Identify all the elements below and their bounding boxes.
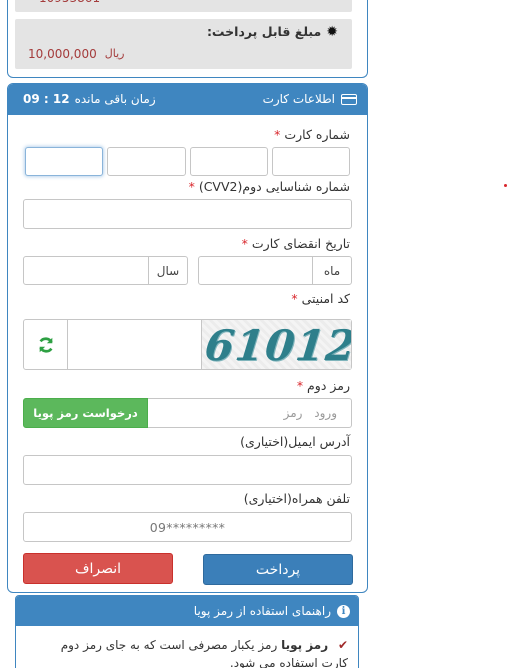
- second-pin-group: ورود رمز درخواست رمز پویا: [23, 398, 352, 428]
- second-pin-input[interactable]: ورود رمز: [147, 398, 352, 428]
- help-header: i راهنمای استفاده از رمز پویا: [16, 596, 358, 626]
- help-title: i راهنمای استفاده از رمز پویا: [194, 604, 350, 618]
- card-number-label-text: شماره کارت: [284, 127, 350, 142]
- amount-unit: ریال: [104, 47, 125, 60]
- card-info-header: اطلاعات کارت زمان باقی مانده 12 : 09: [8, 84, 367, 115]
- second-pin-label: رمز دوم *: [297, 378, 350, 393]
- cvv2-input[interactable]: [23, 199, 352, 229]
- timer-value: 12 : 09: [23, 92, 70, 106]
- check-icon: ✔: [337, 638, 348, 652]
- cancel-button[interactable]: انصراف: [23, 553, 173, 584]
- phone-label: تلفن همراه(اختیاری): [243, 491, 350, 506]
- year-addon: سال: [148, 256, 188, 285]
- card-number-part-3[interactable]: [107, 147, 186, 176]
- cvv2-label-text: شماره شناسایی دوم(CVV2): [198, 179, 350, 194]
- help-title-text: راهنمای استفاده از رمز پویا: [193, 604, 331, 618]
- countdown-timer: زمان باقی مانده 12 : 09: [23, 92, 156, 106]
- info-icon: i: [337, 604, 350, 618]
- card-info-title: اطلاعات کارت: [263, 92, 357, 106]
- credit-card-icon: [341, 93, 357, 105]
- summary-top-value: 10953861: [39, 0, 100, 5]
- pay-button[interactable]: پرداخت: [203, 554, 353, 585]
- required-mark: *: [296, 378, 304, 393]
- card-info-title-text: اطلاعات کارت: [262, 92, 335, 106]
- captcha-image: 61012: [202, 320, 351, 369]
- timer-label: زمان باقی مانده: [74, 92, 156, 106]
- required-mark: *: [241, 236, 248, 251]
- captcha-refresh-button[interactable]: [24, 320, 67, 369]
- email-label: آدرس ایمیل(اختیاری): [240, 434, 350, 449]
- cvv2-label: شماره شناسایی دوم(CVV2) *: [189, 179, 350, 194]
- expiry-month-input[interactable]: [198, 256, 313, 285]
- email-input[interactable]: [23, 455, 352, 485]
- marker-dot: [504, 184, 507, 187]
- amount-title: ✹ مبلغ قابل پرداخت:: [207, 24, 338, 39]
- card-number-label: شماره کارت *: [274, 127, 350, 142]
- month-addon: ماه: [312, 256, 352, 285]
- amount-label: مبلغ قابل پرداخت:: [206, 24, 322, 39]
- expiry-year-input[interactable]: [23, 256, 149, 285]
- help-item-term: رمز پویا: [281, 638, 329, 652]
- required-mark: *: [274, 127, 281, 142]
- dynamic-pin-help-panel: i راهنمای استفاده از رمز پویا ✔ رمز پویا…: [15, 595, 359, 668]
- captcha-input[interactable]: [68, 320, 203, 369]
- expiry-label-text: تاریخ انقضای کارت: [251, 236, 350, 251]
- help-item: ✔ رمز پویا رمز یکبار مصرفی است که به جای…: [48, 636, 348, 668]
- required-mark: *: [291, 291, 298, 306]
- expiry-label: تاریخ انقضای کارت *: [242, 236, 350, 251]
- card-number-part-2[interactable]: [190, 147, 268, 176]
- captcha-text: 61012: [202, 321, 351, 369]
- amount-value: ریال 10,000,000: [28, 47, 124, 61]
- amount-number: 10,000,000: [28, 47, 97, 61]
- refresh-icon: [38, 336, 53, 353]
- second-pin-label-text: رمز دوم: [307, 378, 350, 393]
- card-number-part-1[interactable]: [272, 147, 350, 176]
- card-info-panel: اطلاعات کارت زمان باقی مانده 12 : 09 شما…: [7, 83, 368, 593]
- summary-top-row: 10953861: [15, 0, 352, 12]
- captcha-label: کد امنیتی *: [291, 291, 350, 306]
- amount-box: ✹ مبلغ قابل پرداخت: ریال 10,000,000: [15, 19, 352, 69]
- required-mark: *: [188, 179, 195, 194]
- card-number-part-4[interactable]: [25, 147, 103, 176]
- gear-icon: ✹: [326, 23, 338, 40]
- captcha-group: 61012: [23, 319, 352, 370]
- phone-input[interactable]: 09*********: [23, 512, 352, 542]
- captcha-label-text: کد امنیتی: [301, 291, 350, 306]
- request-otp-button[interactable]: درخواست رمز پویا: [23, 398, 148, 428]
